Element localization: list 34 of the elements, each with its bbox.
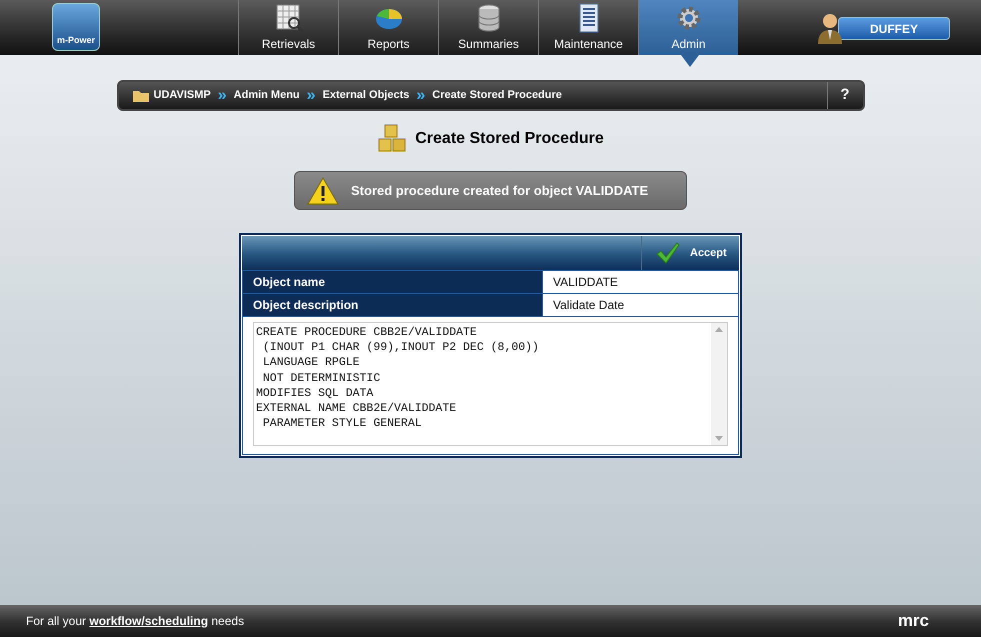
- breadcrumb-separator: »: [306, 88, 316, 104]
- breadcrumb-link[interactable]: UDAVISMP: [154, 87, 211, 104]
- breadcrumb-link[interactable]: Admin Menu: [234, 87, 300, 104]
- scroll-down-icon[interactable]: [715, 436, 723, 441]
- field-label: Object name: [242, 271, 542, 293]
- workflow-link[interactable]: workflow/scheduling: [89, 614, 208, 628]
- code-textarea[interactable]: CREATE PROCEDURE CBB2E/VALIDDATE (INOUT P1 CHAR (99),INOUT P2 DEC (8,00)) LANGUAGE RPGLE NOT DETERMINISTIC MODIFIES SQL DATA EXTERNAL NAME CBB2E/VALIDDATE PARAMETER STYLE GENERAL: [253, 322, 728, 446]
- scroll-up-icon[interactable]: [715, 327, 723, 332]
- nav-tab[interactable]: Retrievals: [238, 0, 338, 55]
- alert-message: Stored procedure created for object VALIDDATE: [351, 182, 648, 200]
- field-value: VALIDDATE: [542, 271, 739, 293]
- help-button[interactable]: ?: [826, 82, 862, 109]
- nav-tab[interactable]: Summaries: [438, 0, 538, 55]
- brand-logo: mrc: [898, 610, 929, 632]
- scrollbar[interactable]: [711, 323, 727, 445]
- active-tab-pointer: [681, 55, 699, 67]
- breadcrumb-link[interactable]: Create Stored Procedure: [432, 87, 562, 104]
- nav-tab[interactable]: Reports: [338, 0, 438, 55]
- folder-icon: [132, 89, 148, 102]
- warning-icon: [307, 176, 339, 204]
- app-logo[interactable]: m-Power: [52, 3, 100, 51]
- nav-tab[interactable]: Maintenance: [538, 0, 638, 55]
- breadcrumb-link[interactable]: External Objects: [322, 87, 410, 104]
- breadcrumb-separator: »: [416, 88, 426, 104]
- field-value: Validate Date: [542, 294, 739, 316]
- checkmark-icon: [656, 242, 680, 264]
- footer-tagline: For all your workflow/scheduling needs: [26, 613, 244, 630]
- procedure-code: CREATE PROCEDURE CBB2E/VALIDDATE (INOUT P1 CHAR (99),INOUT P2 DEC (8,00)) LANGUAGE RPGLE NOT DETERMINISTIC MODIFIES SQL DATA EXTERNAL NAME CBB2E/VALIDDATE PARAMETER STYLE GENERAL: [256, 325, 539, 432]
- field-label: Object description: [242, 294, 542, 316]
- breadcrumb-separator: »: [218, 88, 227, 104]
- page-title: Create Stored Procedure: [415, 129, 604, 149]
- user-avatar-icon: [816, 12, 844, 44]
- accept-button[interactable]: Accept: [641, 236, 739, 270]
- user-button[interactable]: DUFFEY: [838, 17, 950, 40]
